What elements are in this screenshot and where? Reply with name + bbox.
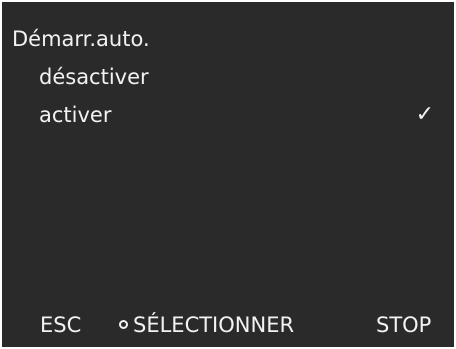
circle-icon (119, 320, 128, 329)
select-softkey[interactable]: SÉLECTIONNER (119, 312, 294, 338)
display-screen: Démarr.auto. désactiver activer ✓ ESC SÉ… (2, 2, 454, 347)
option-label: désactiver (39, 65, 149, 89)
checkmark-icon: ✓ (415, 102, 434, 127)
stop-softkey[interactable]: STOP (376, 312, 431, 338)
menu-title: Démarr.auto. (12, 27, 150, 51)
select-softkey-label: SÉLECTIONNER (133, 313, 295, 337)
option-enable[interactable]: activer ✓ (39, 102, 444, 130)
option-disable[interactable]: désactiver (39, 64, 444, 92)
esc-softkey[interactable]: ESC (40, 312, 81, 338)
softkey-bar: ESC SÉLECTIONNER STOP (2, 312, 454, 342)
option-label: activer (39, 103, 112, 127)
